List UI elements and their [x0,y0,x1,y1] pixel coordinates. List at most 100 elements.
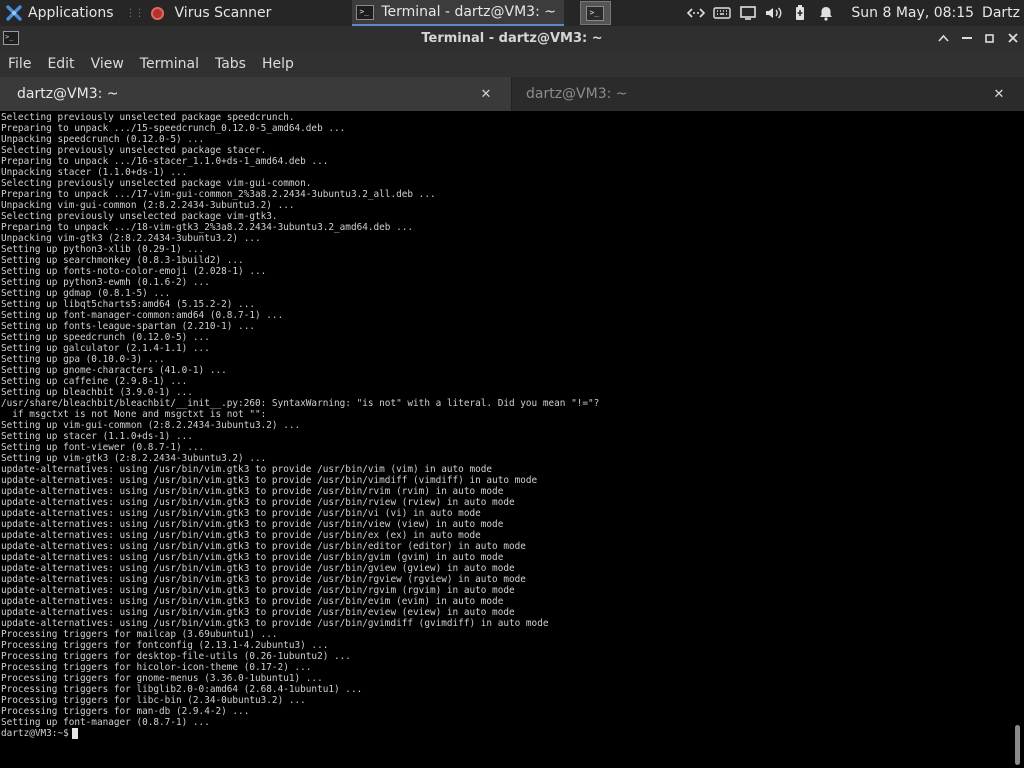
menu-tabs[interactable]: Tabs [207,50,254,77]
terminal-line: Setting up fonts-league-spartan (2.210-1… [1,321,255,332]
terminal-line: Setting up vim-gtk3 (2:8.2.2434-3ubuntu3… [1,453,267,464]
terminal-line: update-alternatives: using /usr/bin/vim.… [1,530,481,541]
menu-file[interactable]: File [0,50,39,77]
terminal-line: Preparing to unpack .../16-stacer_1.1.0+… [1,156,329,167]
terminal-line: Processing triggers for fontconfig (2.13… [1,640,329,651]
terminal-line: Setting up gnome-characters (41.0-1) ... [1,365,227,376]
applications-label: Applications [28,5,114,21]
minus-icon [961,37,972,39]
terminal-line: update-alternatives: using /usr/bin/vim.… [1,541,526,552]
network-icon[interactable] [683,0,709,26]
terminal-line: Processing triggers for libglib2.0-0:amd… [1,684,363,695]
terminal-line: Selecting previously unselected package … [1,145,267,156]
keyboard-icon[interactable] [709,0,735,26]
scrollbar-thumb[interactable] [1015,725,1020,765]
xfce-logo-icon [6,5,22,21]
tab-2-label: dartz@VM3: ~ [526,86,628,102]
terminal-line: update-alternatives: using /usr/bin/vim.… [1,497,515,508]
terminal-line: Unpacking vim-gui-common (2:8.2.2434-3ub… [1,200,295,211]
terminal-line: Setting up gdmap (0.8.1-5) ... [1,288,171,299]
workspace-switcher-button[interactable]: >_ [579,1,611,25]
terminal-line: if msgctxt is not None and msgctxt is no… [1,409,267,420]
close-window-button[interactable] [1001,26,1024,50]
terminal-line: update-alternatives: using /usr/bin/vim.… [1,618,549,629]
terminal-line: Setting up stacer (1.1.0+ds-1) ... [1,431,193,442]
terminal-line: update-alternatives: using /usr/bin/vim.… [1,552,504,563]
terminal-line: Setting up font-manager-common:amd64 (0.… [1,310,284,321]
terminal-line: Selecting previously unselected package … [1,211,278,222]
terminal-line: Processing triggers for libc-bin (2.34-0… [1,695,306,706]
close-icon [1007,33,1018,43]
task-virus-scanner[interactable]: Virus Scanner [147,0,280,26]
terminal-line: Unpacking stacer (1.1.0+ds-1) ... [1,167,188,178]
window-terminal-icon[interactable]: >_ [3,31,19,45]
menu-terminal[interactable]: Terminal [132,50,207,77]
terminal-line: Processing triggers for mailcap (3.69ubu… [1,629,278,640]
square-icon [985,33,994,43]
panel-separator: ⋮⋮ [125,7,145,19]
user-menu[interactable]: Dartz [982,5,1020,21]
volume-icon[interactable] [761,0,787,26]
menu-view[interactable]: View [83,50,132,77]
terminal-line: Setting up libqt5charts5:amd64 (5.15.2-2… [1,299,255,310]
terminal-prompt-line[interactable]: dartz@VM3:~$ [1,728,1012,739]
tab-2-close-icon[interactable]: ✕ [990,85,1008,103]
notification-bell-icon[interactable] [813,0,839,26]
terminal-line: Preparing to unpack .../15-speedcrunch_0… [1,123,346,134]
terminal-line: update-alternatives: using /usr/bin/vim.… [1,585,515,596]
terminal-line: update-alternatives: using /usr/bin/vim.… [1,475,538,486]
terminal-line: Selecting previously unselected package … [1,112,295,123]
terminal-line: Setting up vim-gui-common (2:8.2.2434-3u… [1,420,301,431]
terminal-line: Setting up python3-ewmh (0.1.6-2) ... [1,277,210,288]
terminal-line: Setting up bleachbit (3.9.0-1) ... [1,387,193,398]
terminal-prompt: dartz@VM3:~$ [1,728,69,739]
top-panel: Applications ⋮⋮ Virus Scanner >_ Termina… [0,0,1024,26]
minimize-button[interactable] [932,26,955,50]
terminal-line: Unpacking vim-gtk3 (2:8.2.2434-3ubuntu3.… [1,233,261,244]
clock[interactable]: Sun 8 May, 08:15 [851,5,974,21]
tab-1-close-icon[interactable]: ✕ [477,85,495,103]
terminal-line: Setting up python3-xlib (0.29-1) ... [1,244,205,255]
battery-icon[interactable] [787,0,813,26]
terminal-line: Setting up gpa (0.10.0-3) ... [1,354,165,365]
terminal-line: Preparing to unpack .../18-vim-gtk3_2%3a… [1,222,414,233]
terminal-line: Unpacking speedcrunch (0.12.0-5) ... [1,134,205,145]
terminal-line: update-alternatives: using /usr/bin/vim.… [1,486,504,497]
window-controls [932,26,1024,50]
tab-2[interactable]: dartz@VM3: ~ ✕ [512,77,1024,111]
terminal-line: update-alternatives: using /usr/bin/vim.… [1,574,526,585]
task-label-virus-scanner: Virus Scanner [174,5,272,21]
terminal-line: update-alternatives: using /usr/bin/vim.… [1,607,515,618]
terminal-line: Processing triggers for desktop-file-uti… [1,651,351,662]
terminal-line: update-alternatives: using /usr/bin/vim.… [1,596,504,607]
window-title-bar[interactable]: >_ Terminal - dartz@VM3: ~ [0,26,1024,50]
window-title: Terminal - dartz@VM3: ~ [421,30,603,46]
text-cursor [71,728,78,739]
applications-menu-button[interactable]: Applications [0,0,118,26]
tab-bar: dartz@VM3: ~ ✕ dartz@VM3: ~ ✕ [0,77,1024,111]
shade-button[interactable] [955,26,978,50]
terminal-line: update-alternatives: using /usr/bin/vim.… [1,464,493,475]
task-terminal[interactable]: >_ Terminal - dartz@VM3: ~ [352,0,564,26]
terminal-line: Preparing to unpack .../17-vim-gui-commo… [1,189,436,200]
terminal-line: update-alternatives: using /usr/bin/vim.… [1,508,481,519]
terminal-line: Setting up caffeine (2.9.8-1) ... [1,376,188,387]
tab-1-label: dartz@VM3: ~ [17,86,119,102]
tab-1[interactable]: dartz@VM3: ~ ✕ [0,77,512,111]
menu-bar: File Edit View Terminal Tabs Help [0,50,1024,77]
terminal-line: Setting up searchmonkey (0.8.3-1build2) … [1,255,244,266]
menu-edit[interactable]: Edit [39,50,82,77]
display-icon[interactable] [735,0,761,26]
menu-help[interactable]: Help [254,50,302,77]
terminal-line: update-alternatives: using /usr/bin/vim.… [1,563,515,574]
terminal-output[interactable]: Selecting previously unselected package … [0,111,1012,768]
chevron-up-icon [938,34,949,42]
terminal-lines: Selecting previously unselected package … [1,112,1012,728]
terminal-scrollbar[interactable] [1012,111,1024,768]
system-tray: Sun 8 May, 08:15 Dartz [683,0,1024,26]
terminal-icon: >_ [356,4,375,20]
maximize-button[interactable] [978,26,1001,50]
terminal-line: Processing triggers for gnome-menus (3.3… [1,673,323,684]
terminal-line: Setting up font-viewer (0.8.7-1) ... [1,442,205,453]
terminal-line: Setting up galculator (2.1.4-1.1) ... [1,343,210,354]
